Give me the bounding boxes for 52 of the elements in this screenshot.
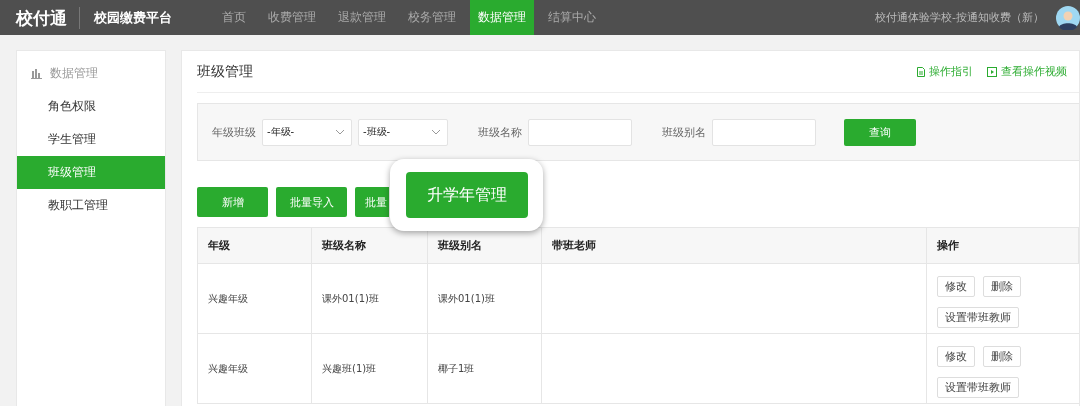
edit-button[interactable]: 修改 [937, 346, 975, 367]
help-link[interactable]: 查看操作视频 [987, 64, 1067, 79]
nav-tab[interactable]: 首页 [214, 0, 254, 35]
table-cell: 课外01(1)班 [428, 264, 542, 334]
sidebar-item[interactable]: 学生管理 [17, 123, 165, 156]
bar-chart-icon [31, 68, 42, 79]
delete-button[interactable]: 删除 [983, 346, 1021, 367]
avatar-icon[interactable] [1056, 5, 1080, 30]
column-header: 带班老师 [542, 228, 927, 264]
table-cell: 兴趣年级 [198, 334, 312, 404]
platform-name: 校园缴费平台 [94, 8, 173, 27]
set-teacher-button[interactable]: 设置带班教师 [937, 307, 1019, 328]
school-name: 校付通体验学校-按通知收费（新） [875, 10, 1044, 25]
action-button[interactable]: 批量导入 [276, 187, 347, 217]
nav-tab[interactable]: 校务管理 [400, 0, 464, 35]
filter-label: 班级别名 [662, 124, 706, 140]
promote-year-button[interactable]: 升学年管理 [405, 172, 528, 218]
table-cell: 课外01(1)班 [312, 264, 428, 334]
sidebar-item[interactable]: 班级管理 [17, 156, 165, 189]
query-button[interactable]: 查询 [844, 118, 916, 146]
filter-label: 班级名称 [478, 124, 522, 140]
grade-select[interactable]: -年级- [262, 118, 352, 146]
table-cell: 椰子1班 [428, 334, 542, 404]
sidebar-item[interactable]: 教职工管理 [17, 189, 165, 222]
sidebar-item[interactable]: 角色权限 [17, 90, 165, 123]
action-button[interactable]: 批量 [355, 187, 389, 217]
logo: 校付通 [16, 6, 80, 29]
action-button[interactable]: 新增 [197, 187, 268, 217]
nav-tab[interactable]: 退款管理 [330, 0, 394, 35]
document-icon [917, 66, 925, 77]
chevron-down-icon [335, 129, 345, 135]
table-cell: 兴趣班(1)班 [312, 334, 428, 404]
nav-tab[interactable]: 收费管理 [260, 0, 324, 35]
help-link[interactable]: 操作指引 [917, 64, 973, 79]
column-header: 年级 [198, 228, 312, 264]
class-name-field[interactable] [528, 118, 632, 146]
nav-tab[interactable]: 数据管理 [470, 0, 534, 35]
column-header: 班级名称 [312, 228, 428, 264]
page-title: 班级管理 [197, 62, 253, 81]
play-icon [987, 66, 997, 77]
column-header: 操作 [927, 228, 1079, 264]
set-teacher-button[interactable]: 设置带班教师 [937, 377, 1019, 398]
sidebar-title: 数据管理 [50, 65, 98, 82]
nav-tab[interactable]: 结算中心 [540, 0, 604, 35]
table-cell: 兴趣年级 [198, 264, 312, 334]
class-select[interactable]: -班级- [358, 118, 448, 146]
chevron-down-icon [431, 129, 441, 135]
delete-button[interactable]: 删除 [983, 276, 1021, 297]
class-alias-field[interactable] [712, 118, 816, 146]
column-header: 班级别名 [428, 228, 542, 264]
filter-label: 年级班级 [212, 124, 256, 140]
edit-button[interactable]: 修改 [937, 276, 975, 297]
